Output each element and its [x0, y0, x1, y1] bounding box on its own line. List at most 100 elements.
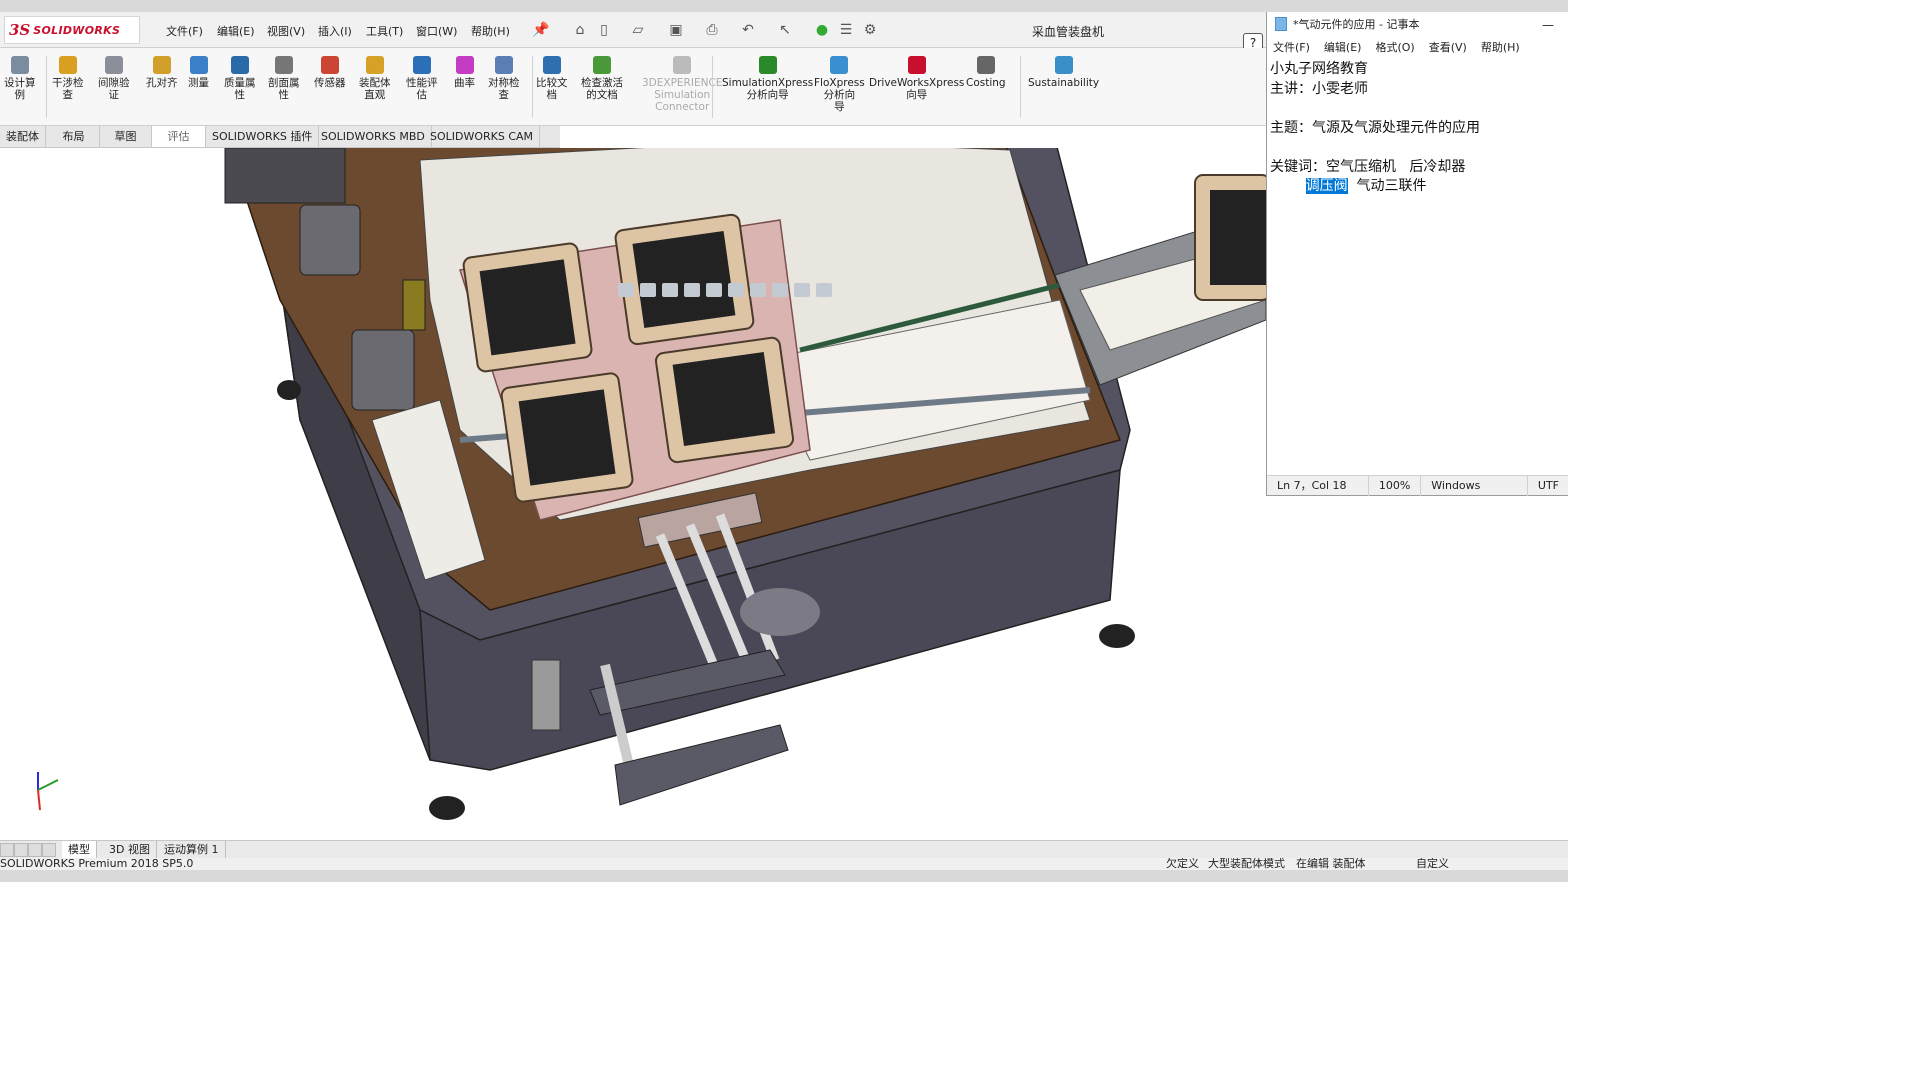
- solidworks-logo[interactable]: 3S SOLIDWORKS: [4, 16, 140, 44]
- np-menu-file[interactable]: 文件(F): [1273, 39, 1310, 55]
- product-version: SOLIDWORKS Premium 2018 SP5.0: [0, 858, 194, 870]
- tab-model[interactable]: 模型: [62, 841, 97, 858]
- open-icon[interactable]: ▱: [630, 22, 646, 38]
- ribbon-button-14[interactable]: 检查激活 的文档: [581, 56, 623, 101]
- ribbon-tool-icon: [58, 56, 77, 74]
- ribbon-button-label: 传感器: [314, 77, 346, 89]
- tab-layout[interactable]: 布局: [48, 126, 100, 147]
- menu-file[interactable]: 文件(F): [166, 23, 203, 39]
- ds-logo-mark: 3S: [9, 21, 31, 39]
- tab-solidworks-cam[interactable]: SOLIDWORKS CAM: [424, 126, 541, 147]
- ribbon-button-4[interactable]: 孔对齐: [146, 56, 178, 89]
- ribbon-tool-icon: [542, 56, 561, 74]
- ribbon-button-19[interactable]: Costing: [966, 56, 1006, 89]
- ribbon-button-10[interactable]: 性能评 估: [406, 56, 438, 101]
- view-orientation-icon[interactable]: [706, 283, 722, 297]
- notepad-status-bar: Ln 7，Col 18 100% Windows (CRLF) UTF: [1267, 475, 1568, 512]
- ribbon-button-label: Sustainability: [1028, 77, 1100, 89]
- select-arrow-icon[interactable]: ↖: [777, 22, 793, 38]
- print-icon[interactable]: ⎙: [704, 22, 720, 38]
- prev-tab-icon[interactable]: [14, 843, 28, 857]
- units-custom[interactable]: 自定义: [1416, 858, 1449, 870]
- last-tab-icon[interactable]: [42, 843, 56, 857]
- new-document-icon[interactable]: ▯: [596, 22, 612, 38]
- ribbon-button-18[interactable]: DriveWorksXpress 向导: [869, 56, 964, 101]
- tab-solidworks-addins[interactable]: SOLIDWORKS 插件: [206, 126, 320, 147]
- tab-scroll-arrows[interactable]: [0, 843, 58, 857]
- ribbon-button-8[interactable]: 传感器: [314, 56, 346, 89]
- save-icon[interactable]: ▣: [668, 22, 684, 38]
- text-line: 主讲：小雯老师: [1270, 80, 1368, 97]
- menu-help[interactable]: 帮助(H): [471, 23, 510, 39]
- display-pane-icon[interactable]: [816, 283, 832, 297]
- tab-motion-study[interactable]: 运动算例 1: [158, 841, 226, 858]
- tab-sketch[interactable]: 草图: [100, 126, 152, 147]
- scene-icon[interactable]: [794, 283, 810, 297]
- menu-tools[interactable]: 工具(T): [366, 23, 403, 39]
- notepad-text-area[interactable]: 小丸子网络教育 主讲：小雯老师 主题：气源及气源处理元件的应用 关键词：空气压缩…: [1267, 58, 1568, 476]
- previous-view-icon[interactable]: [662, 283, 678, 297]
- command-manager-tabs: 装配体 布局 草图 评估 SOLIDWORKS 插件 SOLIDWORKS MB…: [0, 126, 560, 148]
- file-properties-icon[interactable]: ☰: [838, 22, 854, 38]
- ribbon-button-2[interactable]: 干涉检 查: [52, 56, 84, 101]
- ribbon-tool-icon: [455, 56, 474, 74]
- zoom-to-fit-icon[interactable]: [618, 283, 634, 297]
- ribbon-button-label: 测量: [188, 77, 209, 89]
- menu-window[interactable]: 窗口(W): [416, 23, 457, 39]
- ribbon-button-5[interactable]: 测量: [188, 56, 209, 89]
- undo-icon[interactable]: ↶: [740, 22, 756, 38]
- notepad-title: *气动元件的应用 - 记事本: [1293, 18, 1420, 31]
- ribbon-separator: [532, 56, 533, 118]
- tab-3d-view[interactable]: 3D 视图: [103, 841, 157, 858]
- tab-evaluate[interactable]: 评估: [152, 126, 206, 147]
- blank-area: [1266, 497, 1568, 840]
- text-tail: 气动三联件: [1347, 178, 1427, 194]
- ribbon-button-label: 3DEXPERIENCE Simulation Connector: [642, 77, 723, 113]
- home-icon[interactable]: ⌂: [572, 22, 588, 38]
- options-gear-icon[interactable]: ⚙: [862, 22, 878, 38]
- ribbon-button-6[interactable]: 质量属 性: [224, 56, 256, 101]
- graphics-area[interactable]: [0, 148, 1266, 840]
- np-menu-view[interactable]: 查看(V): [1429, 39, 1467, 55]
- section-view-icon[interactable]: [684, 283, 700, 297]
- next-tab-icon[interactable]: [28, 843, 42, 857]
- pin-icon[interactable]: 📌: [532, 22, 549, 38]
- ribbon-button-12[interactable]: 对称检 查: [488, 56, 520, 101]
- ribbon-button-label: 质量属 性: [224, 77, 256, 101]
- hide-show-icon[interactable]: [750, 283, 766, 297]
- cursor-position: Ln 7，Col 18: [1267, 475, 1369, 496]
- menu-insert[interactable]: 插入(I): [318, 23, 352, 39]
- display-style-icon[interactable]: [728, 283, 744, 297]
- minimize-icon[interactable]: —: [1542, 18, 1554, 32]
- bottom-tab-bar: 模型 3D 视图 运动算例 1: [0, 840, 1568, 858]
- ribbon-button-label: 比较文 档: [536, 77, 568, 101]
- tab-solidworks-mbd[interactable]: SOLIDWORKS MBD: [315, 126, 432, 147]
- line-ending: Windows (CRLF): [1421, 475, 1528, 512]
- ribbon-button-20[interactable]: Sustainability: [1028, 56, 1099, 89]
- tab-assembly[interactable]: 装配体: [0, 126, 46, 147]
- notepad-icon: [1275, 17, 1287, 31]
- heads-up-view-toolbar[interactable]: [618, 280, 938, 300]
- appearance-icon[interactable]: [772, 283, 788, 297]
- np-menu-edit[interactable]: 编辑(E): [1324, 39, 1362, 55]
- rebuild-icon[interactable]: ●: [814, 22, 830, 38]
- np-menu-format[interactable]: 格式(O): [1375, 39, 1414, 55]
- ribbon-button-label: SimulationXpress 分析向导: [722, 77, 814, 101]
- menu-view[interactable]: 视图(V): [267, 23, 305, 39]
- ribbon-button-7[interactable]: 剖面属 性: [268, 56, 300, 101]
- ribbon-button-16[interactable]: SimulationXpress 分析向导: [722, 56, 813, 101]
- ribbon-button-3[interactable]: 间隙验 证: [98, 56, 130, 101]
- text-line: [1270, 138, 1566, 158]
- first-tab-icon[interactable]: [0, 843, 14, 857]
- np-menu-help[interactable]: 帮助(H): [1481, 39, 1520, 55]
- zoom-area-icon[interactable]: [640, 283, 656, 297]
- tube-tray-machine-model[interactable]: [0, 148, 1266, 840]
- ribbon-button-9[interactable]: 装配体 直观: [359, 56, 391, 101]
- ribbon-button-1[interactable]: 设计算 例: [4, 56, 36, 101]
- ribbon-tool-icon: [593, 56, 611, 74]
- ribbon-button-13[interactable]: 比较文 档: [536, 56, 568, 101]
- ribbon-button-11[interactable]: 曲率: [454, 56, 475, 89]
- ribbon-button-15[interactable]: 3DEXPERIENCE Simulation Connector: [642, 56, 722, 113]
- ribbon-button-17[interactable]: FloXpress 分析向 导: [814, 56, 865, 113]
- menu-edit[interactable]: 编辑(E): [217, 23, 255, 39]
